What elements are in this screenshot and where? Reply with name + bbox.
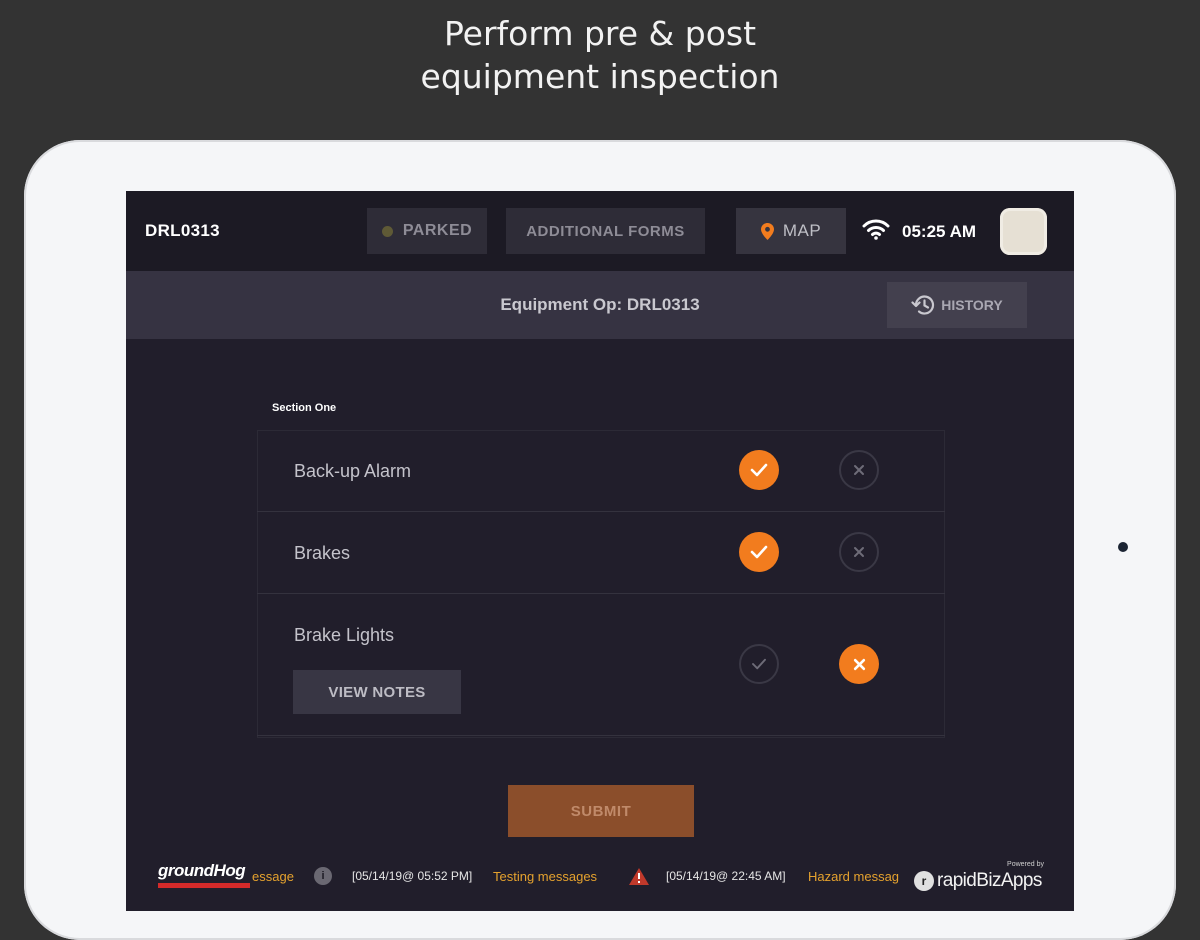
pass-button[interactable] [739,450,779,490]
headline-line-1: Perform pre & post [443,14,757,53]
close-icon [854,547,864,557]
sub-header: Equipment Op: DRL0313 HISTORY [126,271,1074,339]
view-notes-button[interactable]: VIEW NOTES [293,670,461,714]
additional-forms-button[interactable]: ADDITIONAL FORMS [506,208,705,254]
close-icon [853,658,865,670]
parked-label: PARKED [402,222,473,239]
item-label: Brakes [294,543,351,563]
submit-button[interactable]: SUBMIT [508,785,694,837]
message-ticker: groundHog essage i [05/14/19@ 05:52 PM] … [126,855,1074,895]
fail-button[interactable] [839,644,879,684]
avatar[interactable] [1000,208,1047,255]
view-notes-label: VIEW NOTES [328,683,426,701]
groundhog-logo: groundHog [158,861,250,891]
warning-icon [629,868,649,885]
status-dot-icon [381,225,393,237]
check-icon [752,658,766,670]
ticker-message-fragment: essage [252,869,294,884]
app-screen: DRL0313 PARKED ADDITIONAL FORMS MAP 05:2… [126,191,1074,911]
powered-by-label: Powered by [1007,861,1044,868]
tablet-camera [1118,542,1128,552]
history-button[interactable]: HISTORY [887,282,1027,328]
ticker-timestamp: [05/14/19@ 22:45 AM] [666,869,786,883]
info-icon: i [314,867,332,885]
history-label: HISTORY [941,297,1003,313]
vendor-name: rapidBizApps [937,870,1042,891]
clock: 05:25 AM [902,222,977,241]
ticker-message: Testing messages [493,869,598,884]
rapidbizapps-mark-icon: r [914,871,934,891]
pass-button[interactable] [739,644,779,684]
location-pin-icon [760,222,774,240]
inspection-row-brakes: Brakes [257,512,945,594]
fail-button[interactable] [839,532,879,572]
fail-button[interactable] [839,450,879,490]
section-title: Section One [272,402,337,414]
parked-status-button[interactable]: PARKED [367,208,487,254]
rapidbizapps-logo: Powered by r rapidBizApps [914,861,1046,891]
ticker-message: Hazard messag [808,869,900,884]
close-icon [854,465,864,475]
history-icon [911,295,935,315]
unit-id: DRL0313 [145,221,220,240]
top-bar: DRL0313 PARKED ADDITIONAL FORMS MAP 05:2… [126,191,1074,271]
item-label: Brake Lights [294,625,395,645]
inspection-row-backup-alarm: Back-up Alarm [257,430,945,512]
additional-forms-label: ADDITIONAL FORMS [526,222,685,240]
check-icon [750,545,768,559]
brand-underline [158,883,250,888]
map-label: MAP [782,221,822,240]
brand-word: groundHog [158,861,246,880]
submit-label: SUBMIT [570,802,632,820]
inspection-row-brake-lights: Brake Lights VIEW NOTES [257,594,945,736]
pass-button[interactable] [739,532,779,572]
headline-line-2: equipment inspection [420,57,780,96]
headline: Perform pre & post equipment inspection [0,12,1200,98]
item-label: Back-up Alarm [294,461,412,481]
map-button[interactable]: MAP [736,208,846,254]
ticker-timestamp: [05/14/19@ 05:52 PM] [352,869,473,883]
wifi-icon [862,219,890,240]
check-icon [750,463,768,477]
